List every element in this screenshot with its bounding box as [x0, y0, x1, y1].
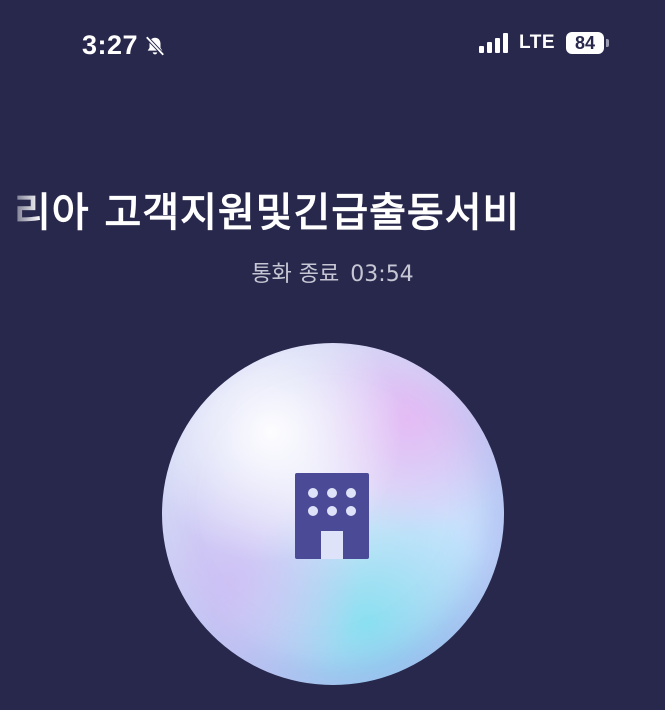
- building-icon: [295, 473, 369, 559]
- battery-level: 84: [566, 32, 604, 54]
- call-status-label: 통화 종료: [251, 262, 340, 287]
- network-type: LTE: [519, 32, 555, 53]
- battery-icon: 84: [566, 32, 609, 54]
- right-status-group: LTE 84: [479, 32, 609, 54]
- status-bar: 3:27 LTE 84: [0, 0, 665, 90]
- time-group: 3:27: [82, 30, 166, 61]
- cellular-signal-icon: [479, 33, 509, 53]
- caller-name: 리아 고객지원및긴급출동서비: [14, 190, 521, 236]
- battery-tip: [606, 39, 609, 47]
- caller-name-container: 리아 고객지원및긴급출동서비: [0, 178, 665, 242]
- call-duration: 03:54: [350, 262, 414, 287]
- call-status: 통화 종료 03:54: [0, 256, 665, 288]
- status-time: 3:27: [82, 30, 139, 60]
- bell-slash-icon: [144, 35, 166, 57]
